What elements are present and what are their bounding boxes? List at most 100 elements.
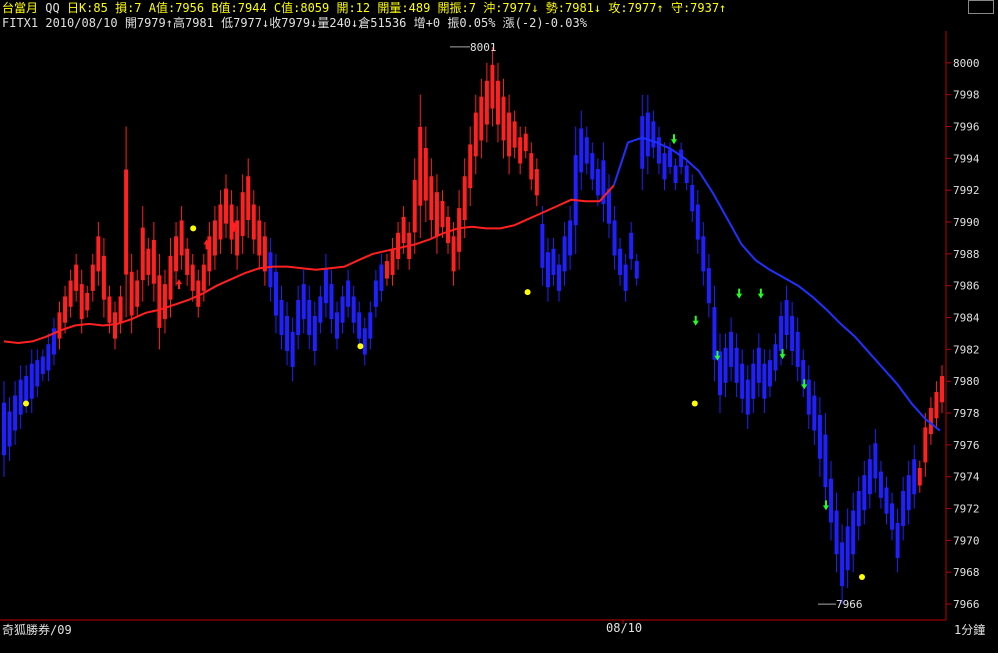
price-bar-body <box>212 220 217 256</box>
indicator-item: B值:7944 <box>211 1 274 15</box>
price-bar-body <box>901 491 906 527</box>
price-chart[interactable]: 8000 7998 7996 7994 7992 7990 7988 7986 7984 7982… <box>0 0 998 653</box>
price-bar-body <box>495 80 500 125</box>
sell-signal-arrow <box>671 134 677 145</box>
price-bar-body <box>290 331 295 367</box>
price-bar-body <box>773 344 778 371</box>
price-bar-body <box>190 264 195 291</box>
price-bar-body <box>729 331 734 367</box>
price-bar-body <box>856 491 861 527</box>
price-bar-body <box>101 255 106 300</box>
price-bar-body <box>168 255 173 300</box>
price-bar-body <box>762 363 767 399</box>
price-bar-body <box>74 264 79 291</box>
price-bar-body <box>595 169 600 196</box>
price-bar-body <box>157 275 162 328</box>
price-bar-body <box>845 526 850 571</box>
y-tick-label: 7986 <box>953 280 980 293</box>
price-bar-body <box>135 280 140 307</box>
price-bar-body <box>390 248 395 275</box>
volume-value: 量240↓ <box>317 16 359 30</box>
price-bar-body <box>113 312 118 339</box>
price-bar-body <box>7 411 12 447</box>
price-change: 漲(-2)-0.03% <box>502 16 587 30</box>
price-bar-body <box>501 96 506 141</box>
sell-signal-arrow <box>823 500 829 511</box>
price-bar-body <box>85 292 90 311</box>
price-bar-body <box>695 204 700 240</box>
price-bar-body <box>473 112 478 157</box>
price-bar-body <box>817 415 822 459</box>
indicator-values: 日K:85 損:7 A值:7956 B值:7944 C值:8059 開:12 開… <box>67 1 726 15</box>
price-bar-body <box>462 176 467 221</box>
price-bar-body <box>179 220 184 256</box>
price-bar-body <box>890 503 895 530</box>
price-bar-body <box>207 236 212 272</box>
price-bar-body <box>318 296 323 323</box>
price-bar-body <box>579 128 584 173</box>
price-bar-body <box>629 232 634 260</box>
price-bar-body <box>35 360 40 387</box>
price-bar-body <box>712 307 717 360</box>
open-value: 開7979↑ <box>124 16 173 30</box>
price-bar-body <box>840 542 845 587</box>
price-bar-body <box>723 347 728 383</box>
y-tick-label: 7982 <box>953 343 980 356</box>
close-value: 收7979↓ <box>269 16 318 30</box>
price-bar-body <box>329 284 334 320</box>
y-tick-label: 7966 <box>953 598 980 611</box>
price-bar-body <box>384 261 389 279</box>
indicator-item: 勢:7981↓ <box>545 1 609 15</box>
price-bar-body <box>557 264 562 291</box>
price-bar-body <box>373 280 378 307</box>
price-bar-body <box>767 360 772 387</box>
price-bar-body <box>862 475 867 511</box>
price-bar-body <box>662 153 667 180</box>
header-row-2: FITX1 2010/08/10 開7979↑高7981 低7977↓收7979… <box>2 16 587 30</box>
price-bar-body <box>690 185 695 212</box>
price-bar-body <box>873 443 878 479</box>
indicator-item: A值:7956 <box>148 1 212 15</box>
signal-dot <box>524 289 531 296</box>
price-bar-body <box>573 155 578 226</box>
buy-signal-arrow <box>176 279 182 290</box>
price-bar-body <box>368 312 373 339</box>
price-bar-body <box>218 204 223 240</box>
interval-label: 1分鐘 <box>954 623 986 637</box>
price-bar-body <box>618 248 623 275</box>
price-bar-body <box>257 220 262 256</box>
indicator-item: 攻:7977↑ <box>608 1 671 15</box>
price-bar-body <box>779 315 784 351</box>
high-value: 高7981 <box>172 16 214 30</box>
y-tick-label: 7970 <box>953 534 980 547</box>
price-bar-body <box>301 284 306 320</box>
brand-label: 奇狐勝券/09 <box>2 623 72 637</box>
price-bar-body <box>335 312 340 339</box>
date-axis-label: 08/10 <box>606 621 643 635</box>
price-bar-body <box>224 188 229 224</box>
price-bar-body <box>24 376 29 403</box>
indicator-item: 日K:85 <box>66 1 116 15</box>
price-bar-body <box>673 165 678 184</box>
price-bar-body <box>940 376 944 403</box>
price-bar-body <box>285 315 290 351</box>
price-bar-body <box>656 137 661 164</box>
price-bar-body <box>706 268 711 304</box>
price-bar-body <box>68 280 73 307</box>
price-bar-body <box>468 144 473 189</box>
price-bar-body <box>434 192 439 236</box>
price-bar-body <box>751 363 756 399</box>
price-bar-body <box>518 137 523 164</box>
price-bar-body <box>878 471 883 498</box>
maximize-button[interactable] <box>968 0 994 14</box>
y-tick-label: 7990 <box>953 216 980 229</box>
price-bar-body <box>346 280 351 307</box>
price-bar-body <box>756 347 761 383</box>
price-bar-body <box>529 153 534 180</box>
price-bar-body <box>851 510 856 555</box>
signal-dot <box>691 400 698 407</box>
signal-dot <box>859 574 865 581</box>
price-bar-body <box>40 356 45 375</box>
price-bar-body <box>490 64 495 109</box>
indicator-item: 開:12 <box>336 1 378 15</box>
